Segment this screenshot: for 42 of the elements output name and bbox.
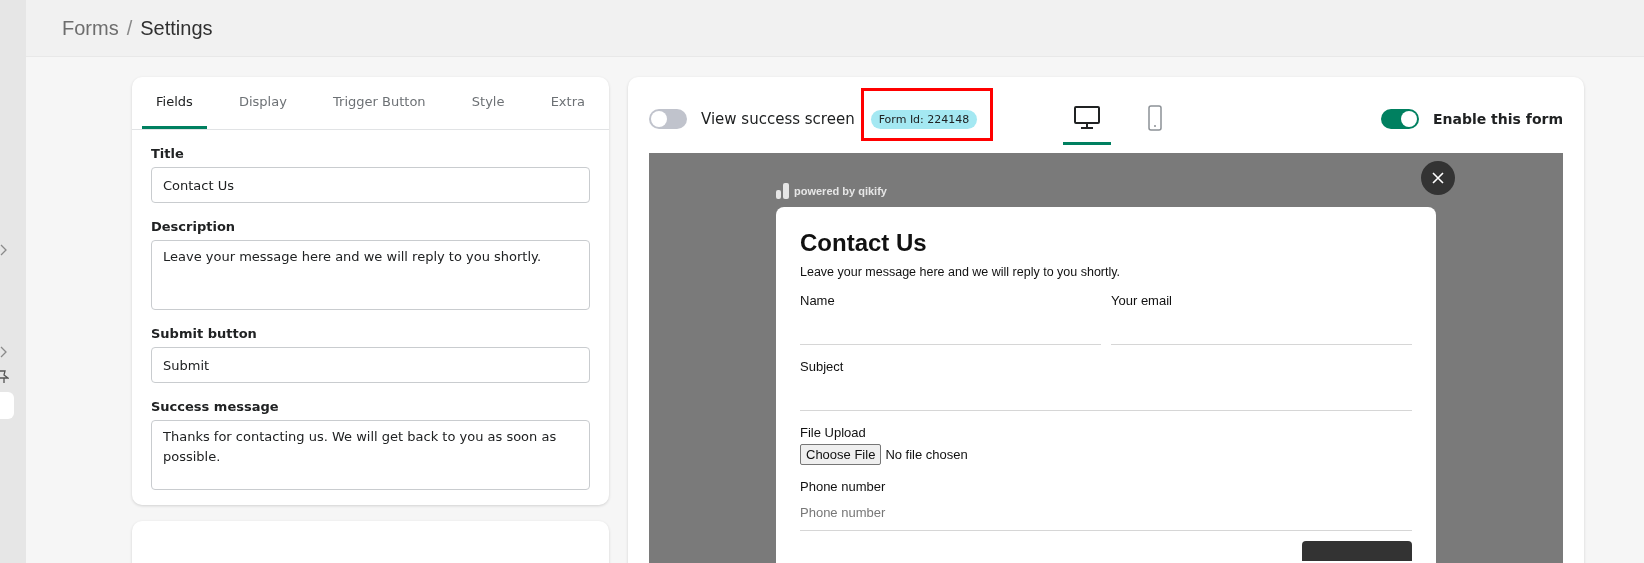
field-label: Phone number [800, 479, 887, 494]
choose-file-button[interactable]: Choose File [800, 444, 882, 465]
input-field[interactable]: Submit [151, 347, 590, 383]
chevron-icon [0, 244, 8, 256]
textarea-field[interactable]: Leave your message here and we will reply to you shortly. [151, 240, 590, 310]
monitor-icon [1074, 105, 1101, 130]
toggle-label: Enable this form [1432, 111, 1563, 127]
tab[interactable]: Fields [142, 77, 207, 129]
input-field[interactable]: Contact Us [151, 167, 590, 203]
pin-icon [0, 370, 9, 384]
field-label: Submit button [151, 326, 258, 341]
chevron-icon [0, 346, 8, 358]
field-label: Your email [1111, 293, 1173, 308]
tab[interactable]: Extra [536, 77, 599, 129]
breadcrumb-link[interactable]: Forms [62, 16, 119, 40]
file-status: No file chosen [885, 447, 968, 462]
form-title: Contact Us [800, 229, 928, 257]
powered-by-text: powered by qikify [794, 185, 887, 197]
field-label: Success message [151, 399, 280, 414]
logo-icon [776, 183, 789, 199]
toggle-label: View success screen [701, 110, 855, 128]
breadcrumb-separator: / [126, 16, 133, 40]
field-label: Description [151, 219, 237, 234]
close-button[interactable] [1421, 161, 1455, 195]
form-id-badge: Form Id: 224148 [870, 109, 978, 129]
toggle-switch[interactable] [1380, 109, 1419, 129]
field-label: Name [800, 293, 836, 308]
close-icon [1432, 172, 1444, 184]
toggle-switch[interactable] [649, 109, 687, 129]
field-label: File Upload [800, 425, 867, 440]
sidebar-item[interactable] [0, 392, 14, 419]
tab[interactable]: Style [457, 77, 519, 129]
page-title: Settings [140, 16, 213, 40]
textarea-field[interactable]: Thanks for contacting us. We will get back to you as soon as possible. [151, 420, 590, 490]
tab[interactable]: Display [224, 77, 301, 129]
input-field[interactable]: Phone number [800, 494, 1412, 531]
form-description: Leave your message here and we will reply to you shortly. [800, 265, 1122, 279]
submit-button[interactable] [1302, 541, 1412, 561]
field-label: Title [151, 146, 185, 161]
tab[interactable]: Trigger Button [319, 77, 440, 129]
field-label: Subject [800, 359, 845, 374]
phone-icon [1148, 104, 1163, 131]
